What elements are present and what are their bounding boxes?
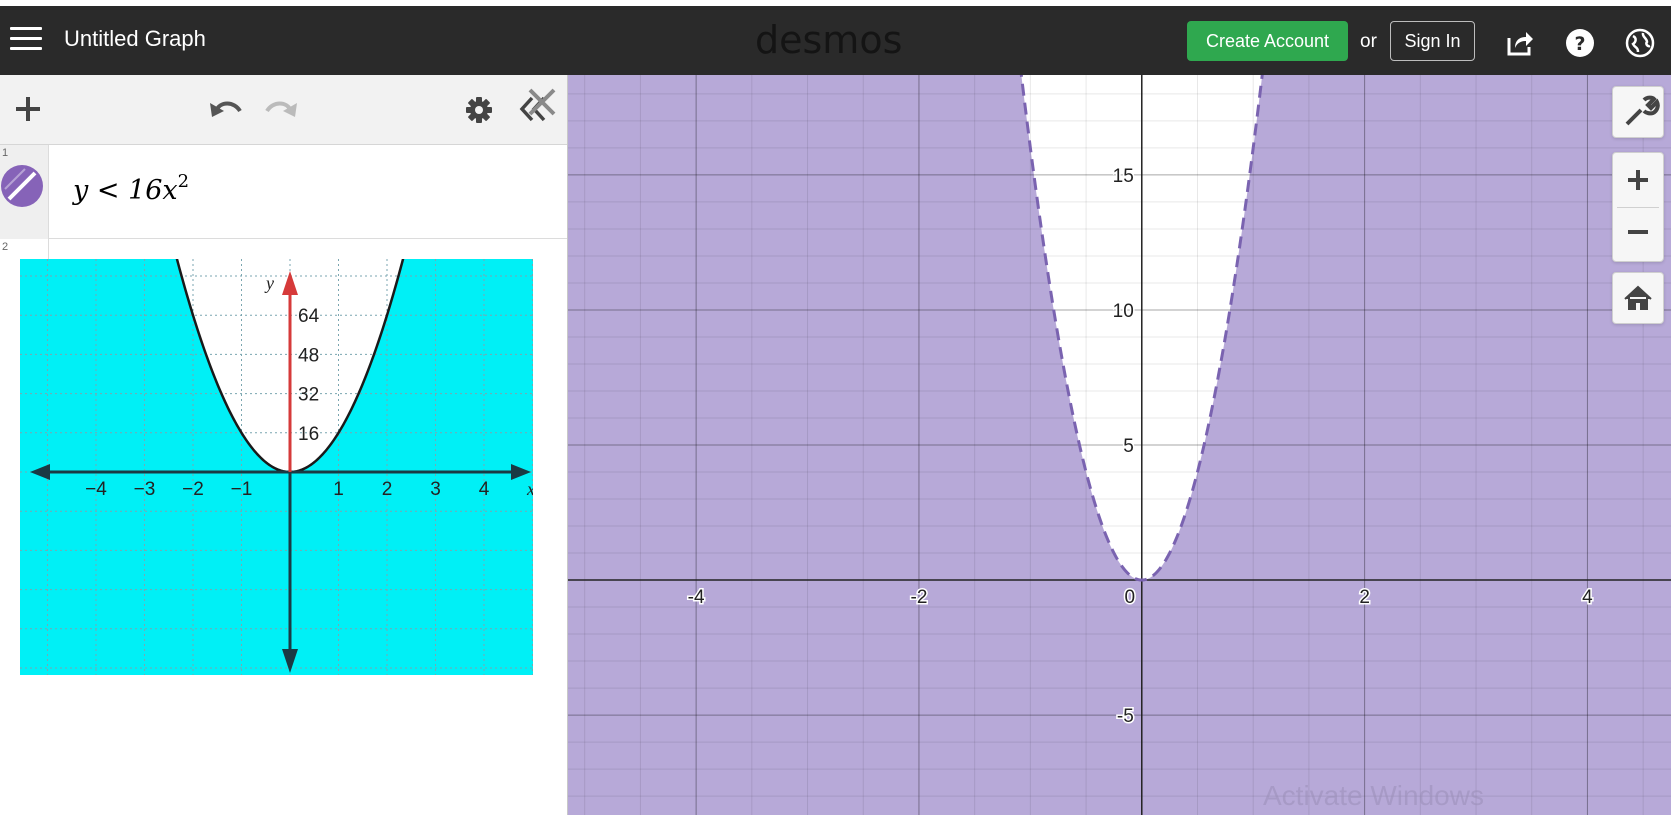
home-icon — [1624, 285, 1652, 310]
svg-text:?: ? — [1574, 33, 1585, 55]
sign-in-button[interactable]: Sign In — [1390, 21, 1475, 61]
image-x-label: 1 — [333, 479, 344, 500]
top-header: Untitled Graph desmos Create Account or … — [0, 0, 1671, 75]
expr-lhs: y — [73, 175, 89, 206]
image-x-label: −2 — [182, 479, 204, 500]
graph-settings-button[interactable] — [1612, 86, 1664, 138]
expression-toolbar — [0, 75, 567, 145]
x-tick-label: 0 — [1124, 587, 1135, 608]
activate-windows-watermark: Activate Windows — [1263, 780, 1484, 811]
y-tick-label: 5 — [1123, 436, 1134, 457]
redo-icon[interactable] — [263, 95, 299, 123]
expression-panel: 1 y < 16x2 2 64483216−4−3−2−11234yx — [0, 75, 568, 815]
expr-rhs: 16x — [128, 175, 178, 206]
settings-gear-icon[interactable] — [465, 96, 493, 124]
desmos-app: Untitled Graph desmos Create Account or … — [0, 0, 1671, 815]
y-tick-label: 15 — [1113, 166, 1134, 187]
desmos-logo: desmos — [755, 18, 903, 62]
image-x-label: 4 — [479, 479, 490, 500]
image-x-label: 3 — [430, 479, 441, 500]
image-y-label: 32 — [298, 385, 319, 406]
graph-paper[interactable]: -4 -2 0 2 4 15 10 5 -5 — [568, 75, 1671, 815]
embedded-graph-image[interactable]: 64 48 32 16 −4 −3 −2 −1 1 2 3 4 y x — [20, 259, 533, 675]
image-x-arrow-right — [511, 464, 531, 480]
delete-expression-icon[interactable] — [524, 84, 560, 120]
image-y-axis-name: y — [264, 273, 274, 293]
image-y-label: 48 — [298, 345, 319, 366]
image-x-label: 2 — [382, 479, 393, 500]
zoom-out-icon[interactable] — [1613, 208, 1663, 262]
y-tick-label: 10 — [1113, 301, 1134, 322]
x-tick-label: -2 — [911, 587, 928, 608]
image-y-label: 16 — [298, 424, 319, 445]
wrench-icon — [1625, 95, 1660, 126]
add-expression-icon[interactable] — [14, 95, 42, 123]
default-viewport-button[interactable] — [1612, 272, 1664, 324]
hidden-style-icon — [4, 168, 37, 201]
or-text: or — [1360, 31, 1377, 52]
expr-operator: < — [96, 175, 120, 206]
expression-latex[interactable]: y < 16x2 — [73, 171, 189, 206]
image-y-label: 64 — [298, 306, 320, 327]
help-icon[interactable]: ? — [1565, 28, 1595, 58]
undo-icon[interactable] — [208, 95, 244, 123]
expression-gutter: 1 — [0, 145, 49, 239]
create-account-button[interactable]: Create Account — [1187, 21, 1348, 61]
expression-row-2-image[interactable]: 2 64 48 32 16 −4 −3 −2 −1 1 2 3 4 y x — [0, 239, 567, 689]
share-icon[interactable] — [1505, 28, 1535, 58]
expression-index: 2 — [2, 241, 9, 253]
image-graph-svg: 64 48 32 16 −4 −3 −2 −1 1 2 3 4 y x — [20, 259, 533, 675]
image-x-label: −4 — [85, 479, 107, 500]
zoom-controls — [1612, 152, 1664, 262]
language-globe-icon[interactable] — [1625, 28, 1655, 58]
image-gutter: 2 — [0, 239, 49, 259]
image-y-arrow-down — [282, 649, 298, 673]
zoom-in-icon[interactable] — [1613, 153, 1663, 207]
expr-exponent: 2 — [177, 171, 190, 192]
expression-index: 1 — [2, 147, 9, 159]
y-tick-label: -5 — [1117, 706, 1134, 727]
image-x-label: −3 — [134, 479, 156, 500]
x-tick-label: 2 — [1359, 587, 1370, 608]
x-tick-label: -4 — [688, 587, 705, 608]
graph-canvas[interactable]: -4 -2 0 2 4 15 10 5 -5 — [568, 75, 1671, 815]
graph-title[interactable]: Untitled Graph — [64, 26, 206, 52]
image-x-arrow-left — [30, 464, 50, 480]
hamburger-menu-icon[interactable] — [10, 25, 42, 51]
image-x-axis-name: x — [526, 479, 533, 499]
expression-color-toggle[interactable] — [1, 165, 43, 207]
expression-row-1[interactable]: 1 y < 16x2 — [0, 145, 567, 239]
image-x-label: −1 — [231, 479, 253, 500]
x-tick-label: 4 — [1582, 587, 1593, 608]
